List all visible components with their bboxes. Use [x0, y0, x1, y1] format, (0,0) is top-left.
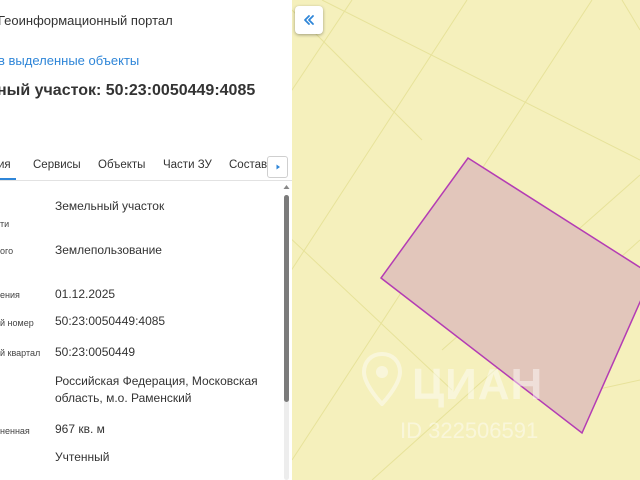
portal-title: Геоинформационный портал [0, 13, 173, 28]
tab-land-parts[interactable]: Части ЗУ [163, 159, 212, 171]
property-value: Землепользование [55, 243, 162, 257]
back-to-selected-link[interactable]: в выделенные объекты [0, 53, 139, 68]
parcel-title: ный участок: 50:23:0050449:4085 [0, 82, 256, 99]
property-value: 967 кв. м [55, 422, 105, 436]
tab-bar: ия Сервисы Объекты Части ЗУ Состав [0, 150, 292, 182]
watermark-id: ID 322506591 [400, 418, 539, 443]
property-value: 50:23:0050449:4085 [55, 314, 166, 328]
watermark-text: ЦИАН [412, 360, 544, 409]
collapse-panel-button[interactable] [295, 6, 323, 34]
property-label: й номер [0, 318, 34, 328]
property-value: 01.12.2025 [55, 287, 116, 301]
property-value: Учтенный [55, 450, 110, 464]
boundary-line [321, 0, 640, 161]
tab-scroll-right-button[interactable] [267, 156, 288, 178]
property-value: 50:23:0050449 [55, 345, 136, 359]
property-label: ненная [0, 426, 30, 436]
scroll-up-arrow-icon[interactable] [283, 184, 290, 190]
property-label: ения [0, 290, 20, 300]
property-label: ти [0, 219, 10, 229]
location-pin-icon [362, 352, 402, 406]
boundary-line [621, 0, 640, 31]
scrollbar-thumb[interactable] [284, 195, 289, 402]
tab-composition[interactable]: Состав [229, 159, 267, 171]
tab-objects[interactable]: Объекты [98, 159, 145, 171]
tab-divider [0, 180, 292, 181]
tab-services[interactable]: Сервисы [33, 159, 81, 171]
property-label: ого [0, 246, 14, 256]
caret-right-icon [276, 164, 280, 170]
info-panel: Геоинформационный портал в выделенные об… [0, 0, 292, 480]
double-chevron-left-icon [304, 15, 314, 25]
map-view[interactable]: ЦИАН ID 322506591 [292, 0, 640, 480]
property-value: Российская Федерация, Московская область… [55, 374, 258, 405]
tab-information[interactable]: ия [0, 159, 11, 171]
property-label: й квартал [0, 348, 41, 358]
property-value: Земельный участок [55, 199, 165, 213]
